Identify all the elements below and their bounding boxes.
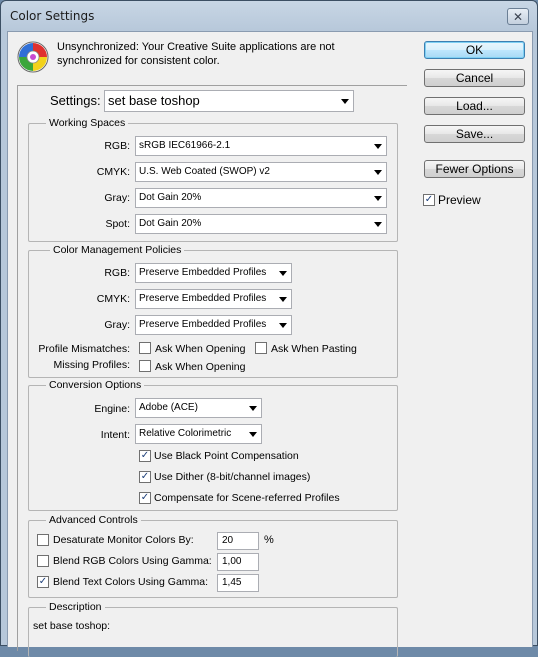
close-button[interactable]: ✕	[507, 8, 529, 25]
chevron-down-icon	[249, 406, 257, 411]
ws-cmyk-select[interactable]: U.S. Web Coated (SWOP) v2	[135, 162, 387, 182]
settings-label: Settings:	[50, 93, 101, 108]
ws-gray-select[interactable]: Dot Gain 20%	[135, 188, 387, 208]
cancel-button[interactable]: Cancel	[424, 69, 525, 87]
scene-referred-label: Compensate for Scene-referred Profiles	[154, 492, 340, 504]
blend-rgb-field[interactable]: 1,00	[217, 553, 259, 571]
chevron-down-icon	[341, 99, 349, 104]
blend-rgb-checkbox[interactable]	[37, 555, 49, 567]
blend-text-label: Blend Text Colors Using Gamma:	[53, 576, 209, 588]
cmp-rgb-select[interactable]: Preserve Embedded Profiles	[135, 263, 292, 283]
advanced-title: Advanced Controls	[46, 514, 141, 526]
cmp-gray-label: Gray:	[104, 319, 130, 331]
scene-referred-checkbox[interactable]: ✓	[139, 492, 151, 504]
preview-checkbox[interactable]: ✓	[423, 194, 435, 206]
missing-ask-opening-label: Ask When Opening	[155, 361, 246, 373]
description-text: set base toshop:	[33, 620, 111, 632]
mismatch-ask-opening-checkbox[interactable]	[139, 342, 151, 354]
ws-gray-value: Dot Gain 20%	[139, 192, 202, 203]
cmp-cmyk-value: Preserve Embedded Profiles	[139, 293, 267, 304]
desaturate-unit: %	[264, 534, 274, 546]
chevron-down-icon	[374, 144, 382, 149]
ws-cmyk-value: U.S. Web Coated (SWOP) v2	[139, 166, 270, 177]
black-point-checkbox[interactable]: ✓	[139, 450, 151, 462]
chevron-down-icon	[279, 323, 287, 328]
missing-ask-opening-checkbox[interactable]	[139, 360, 151, 372]
save-button[interactable]: Save...	[424, 125, 525, 143]
ok-button[interactable]: OK	[424, 41, 525, 59]
dialog-body: Unsynchronized: Your Creative Suite appl…	[7, 31, 533, 657]
engine-select[interactable]: Adobe (ACE)	[135, 398, 262, 418]
mismatch-ask-pasting-label: Ask When Pasting	[271, 343, 357, 355]
chevron-down-icon	[374, 170, 382, 175]
chevron-down-icon	[279, 271, 287, 276]
chevron-down-icon	[279, 297, 287, 302]
color-wheel-icon	[17, 41, 49, 73]
desaturate-checkbox[interactable]	[37, 534, 49, 546]
ws-spot-value: Dot Gain 20%	[139, 218, 202, 229]
ws-rgb-value: sRGB IEC61966-2.1	[139, 140, 231, 151]
desaturate-field[interactable]: 20	[217, 532, 259, 550]
ws-gray-label: Gray:	[104, 192, 130, 204]
ws-cmyk-label: CMYK:	[96, 166, 130, 178]
dither-label: Use Dither (8-bit/channel images)	[154, 471, 311, 483]
conversion-title: Conversion Options	[46, 379, 145, 391]
ws-rgb-select[interactable]: sRGB IEC61966-2.1	[135, 136, 387, 156]
mismatch-ask-opening-label: Ask When Opening	[155, 343, 246, 355]
window-title: Color Settings	[10, 9, 95, 23]
close-icon: ✕	[512, 9, 524, 24]
missing-profiles-label: Missing Profiles:	[53, 359, 130, 371]
cmp-gray-value: Preserve Embedded Profiles	[139, 319, 267, 330]
ws-rgb-label: RGB:	[104, 140, 130, 152]
settings-select[interactable]: set base toshop	[104, 90, 354, 112]
color-settings-window: Color Settings ✕ Unsynchronized: Your Cr…	[0, 0, 538, 657]
description-group	[28, 607, 398, 657]
black-point-label: Use Black Point Compensation	[154, 450, 299, 462]
mismatch-ask-pasting-checkbox[interactable]	[255, 342, 267, 354]
ws-spot-select[interactable]: Dot Gain 20%	[135, 214, 387, 234]
cmp-cmyk-label: CMYK:	[96, 293, 130, 305]
dither-checkbox[interactable]: ✓	[139, 471, 151, 483]
desaturate-label: Desaturate Monitor Colors By:	[53, 534, 194, 546]
intent-label: Intent:	[100, 429, 130, 441]
cmp-rgb-label: RGB:	[104, 267, 130, 279]
blend-text-field[interactable]: 1,45	[217, 574, 259, 592]
blend-text-checkbox[interactable]: ✓	[37, 576, 49, 588]
working-spaces-title: Working Spaces	[46, 117, 129, 129]
cmp-gray-select[interactable]: Preserve Embedded Profiles	[135, 315, 292, 335]
ws-spot-label: Spot:	[105, 218, 130, 230]
cmp-cmyk-select[interactable]: Preserve Embedded Profiles	[135, 289, 292, 309]
settings-value: set base toshop	[108, 93, 200, 108]
chevron-down-icon	[374, 222, 382, 227]
chevron-down-icon	[374, 196, 382, 201]
profile-mismatches-label: Profile Mismatches:	[38, 343, 130, 355]
title-bar: Color Settings ✕	[1, 1, 537, 31]
chevron-down-icon	[249, 432, 257, 437]
preview-label: Preview	[438, 193, 481, 207]
load-button[interactable]: Load...	[424, 97, 525, 115]
description-title: Description	[46, 601, 105, 613]
intent-value: Relative Colorimetric	[139, 428, 232, 439]
intent-select[interactable]: Relative Colorimetric	[135, 424, 262, 444]
cmp-title: Color Management Policies	[50, 244, 185, 256]
engine-label: Engine:	[94, 403, 130, 415]
blend-rgb-label: Blend RGB Colors Using Gamma:	[53, 555, 212, 567]
sync-message: Unsynchronized: Your Creative Suite appl…	[57, 41, 335, 67]
fewer-options-button[interactable]: Fewer Options	[424, 160, 525, 178]
cmp-rgb-value: Preserve Embedded Profiles	[139, 267, 267, 278]
engine-value: Adobe (ACE)	[139, 402, 198, 413]
